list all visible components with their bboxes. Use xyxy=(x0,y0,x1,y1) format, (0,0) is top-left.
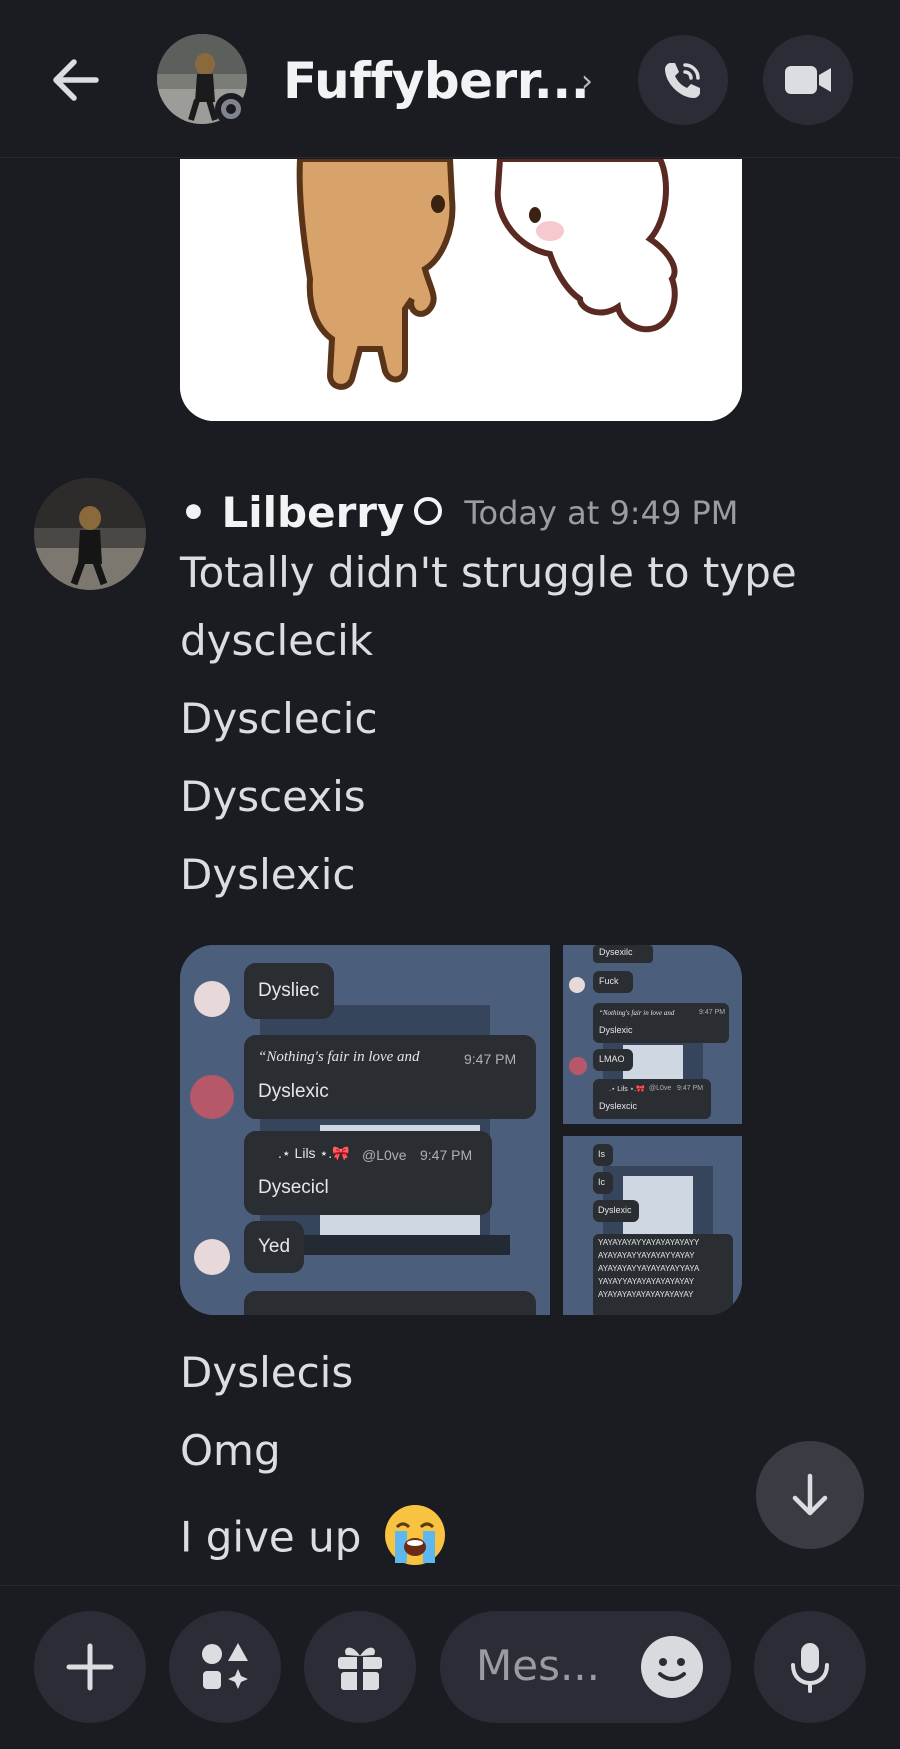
plus-icon xyxy=(66,1643,114,1691)
message-line-with-emoji: I give up xyxy=(180,1503,447,1577)
bubble-text: AYAYAYAYYAYAYAYYAYAY xyxy=(598,1251,695,1260)
dm-screen: Fuffyberr... › • Lilberry Today at 9:49 … xyxy=(0,0,900,1749)
chat-bubble: .⋆ Lils ⋆.🎀 @L0ve 9:47 PM Dyslexcic xyxy=(593,1079,711,1119)
emoji-icon xyxy=(643,1638,701,1696)
video-call-button[interactable] xyxy=(763,35,853,125)
arrow-left-icon xyxy=(53,59,99,101)
loudly-crying-emoji-icon xyxy=(383,1503,447,1577)
chat-bubble: YAYAYAYAYYAYAYAYAYAYY AYAYAYAYYAYAYAYYAY… xyxy=(593,1234,733,1315)
author-name[interactable]: • Lilberry xyxy=(180,488,404,537)
bubble-text: AYAYAYAYAYAYAYAYAYAY xyxy=(598,1290,694,1299)
bubble-text: Dyslexic xyxy=(599,1025,633,1035)
bubble-text: Dyslexic xyxy=(598,1205,632,1215)
chat-bubble: Dysexilc xyxy=(593,945,653,963)
bubble-handle: @L0ve xyxy=(649,1085,672,1092)
message-text: I give up xyxy=(180,1512,362,1562)
bubble-time: 9:47 PM xyxy=(464,1051,517,1067)
bubble-handle: @L0ve xyxy=(362,1147,407,1163)
chat-bubble: .⋆ Lils ⋆.🎀 @L0ve 9:47 PM Dysecicl xyxy=(244,1131,492,1215)
chat-bubble: Dyslexic xyxy=(593,1200,639,1222)
scroll-to-bottom-button[interactable] xyxy=(756,1441,864,1549)
video-camera-icon xyxy=(785,66,831,94)
bubble-author: .⋆ Lils ⋆.🎀 xyxy=(278,1145,350,1161)
status-indicator xyxy=(215,93,247,125)
bubble-time: 9:47 PM xyxy=(677,1085,704,1092)
message-timestamp: Today at 9:49 PM xyxy=(464,493,739,532)
author-status-icon xyxy=(414,496,443,525)
chat-bubble: “Nothing's fair in love and 9:47 PM Dysl… xyxy=(244,1035,536,1119)
message-line: Omg xyxy=(180,1426,281,1475)
mini-avatar xyxy=(190,1075,234,1119)
author-avatar[interactable] xyxy=(34,478,146,590)
bubble-author: “Nothing's fair in love and xyxy=(258,1049,420,1065)
bubble-time: 9:47 PM xyxy=(699,1009,726,1016)
apps-button[interactable] xyxy=(169,1611,281,1723)
bubble-text: AYAYAYAYYAYAYAYAYYAYA xyxy=(598,1264,700,1273)
bubble-text: YAYAYAYAYYAYAYAYAYAYY xyxy=(598,1238,700,1247)
arrow-down-icon xyxy=(792,1473,828,1516)
message-header: • Lilberry Today at 9:49 PM xyxy=(180,488,738,538)
screenshot-attachment[interactable]: Dysliec “Nothing's fair in love and 9:47… xyxy=(180,945,550,1315)
message-line: Dysclecic xyxy=(180,694,378,743)
gift-button[interactable] xyxy=(304,1611,416,1723)
message-line: Dyscexis xyxy=(180,772,366,821)
screenshot-attachment[interactable]: Dysexilc Fuck “Nothing's fair in love an… xyxy=(563,945,742,1124)
bubble-text: YAYAYYAYAYAYAYAYAYAY xyxy=(598,1277,695,1286)
bubble-text: Dyslexic xyxy=(258,1081,329,1102)
back-button[interactable] xyxy=(46,50,106,110)
contact-name[interactable]: Fuffyberr... xyxy=(283,52,590,110)
voice-message-button[interactable] xyxy=(754,1611,866,1723)
bubble-author: .⋆ Lils ⋆.🎀 xyxy=(609,1086,645,1093)
bubble-time: 9:47 PM xyxy=(420,1147,473,1163)
mini-avatar xyxy=(194,981,230,1017)
voice-call-button[interactable] xyxy=(638,35,728,125)
chat-bubble xyxy=(244,1291,536,1315)
bubble-text: Fuck xyxy=(599,976,619,986)
chat-bubble: Is xyxy=(593,1144,613,1166)
image-attachments: Dysliec “Nothing's fair in love and 9:47… xyxy=(180,945,742,1315)
message-input[interactable]: Mes... xyxy=(440,1611,731,1723)
bubble-text: Dysliec xyxy=(258,980,320,1001)
bubble-author: “Nothing's fair in love and xyxy=(599,1009,675,1017)
screenshot-attachment[interactable]: Is Ic Dyslexic YAYAYAYAYYAYAYAYAYAYY AYA… xyxy=(563,1136,742,1315)
apps-icon xyxy=(202,1643,248,1689)
chat-bubble: Ic xyxy=(593,1172,613,1194)
bubble-text: LMAO xyxy=(599,1054,625,1064)
microphone-icon xyxy=(791,1643,829,1693)
message-input-placeholder: Mes... xyxy=(476,1641,601,1690)
message-line: Dyslexic xyxy=(180,850,356,899)
message-line: dysclecik xyxy=(180,616,374,665)
message-line: Totally didn't struggle to type xyxy=(180,548,797,597)
bubble-text: Dysexilc xyxy=(599,947,633,957)
bubble-text: Yed xyxy=(258,1236,291,1257)
add-attachment-button[interactable] xyxy=(34,1611,146,1723)
gift-icon xyxy=(338,1647,382,1690)
bubble-text: Is xyxy=(598,1149,606,1159)
bubble-text: Dysecicl xyxy=(258,1177,329,1198)
chat-bubble: Dysliec xyxy=(244,963,334,1019)
top-bar: Fuffyberr... › xyxy=(0,0,900,158)
mini-avatar xyxy=(569,1057,587,1075)
bubble-text: Ic xyxy=(598,1177,606,1187)
gif-attachment[interactable] xyxy=(180,159,742,421)
phone-call-icon xyxy=(665,63,700,98)
chat-bubble: Yed xyxy=(244,1221,304,1273)
chat-bubble: “Nothing's fair in love and 9:47 PM Dysl… xyxy=(593,1003,729,1043)
chat-bubble: Fuck xyxy=(593,971,633,993)
emoji-button[interactable] xyxy=(641,1636,703,1698)
mini-avatar xyxy=(194,1239,230,1275)
bubble-text: Dyslexcic xyxy=(599,1101,638,1111)
chevron-right-icon[interactable]: › xyxy=(581,64,593,99)
mini-avatar xyxy=(569,977,585,993)
chat-bubble: LMAO xyxy=(593,1049,633,1071)
message-line: Dyslecis xyxy=(180,1348,354,1397)
